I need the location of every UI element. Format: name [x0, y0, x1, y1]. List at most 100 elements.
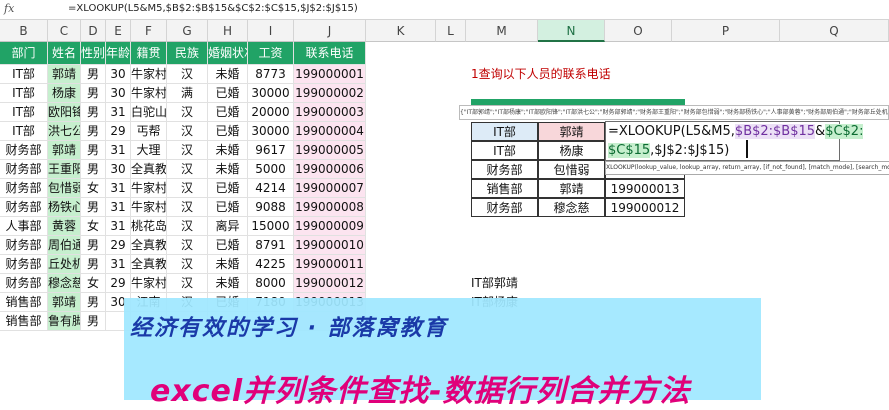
table-cell[interactable]: 财务部 [0, 179, 48, 198]
table-cell[interactable]: 30 [106, 84, 131, 103]
table-cell[interactable]: 郭靖 [48, 293, 81, 312]
column-header-f[interactable]: F [131, 20, 167, 42]
table-cell[interactable]: 牛家村 [131, 274, 167, 293]
table-cell[interactable]: 汉 [167, 236, 208, 255]
lookup-cell[interactable]: 财务部 [471, 198, 538, 217]
lookup-cell[interactable]: 199000013 [605, 179, 685, 198]
table-cell[interactable]: 未婚 [208, 255, 248, 274]
table-cell[interactable]: 8791 [248, 236, 294, 255]
column-header-c[interactable]: C [48, 20, 81, 42]
table-cell[interactable]: 包惜弱 [48, 179, 81, 198]
table-cell[interactable]: 丐帮 [131, 122, 167, 141]
table-cell[interactable]: 财务部 [0, 141, 48, 160]
table-cell[interactable]: 9088 [248, 198, 294, 217]
table-cell[interactable]: 男 [81, 255, 106, 274]
table-cell[interactable]: 199000008 [294, 198, 366, 217]
table-cell[interactable]: 销售部 [0, 293, 48, 312]
header-cell[interactable]: 工资 [248, 42, 294, 65]
table-cell[interactable]: 人事部 [0, 217, 48, 236]
table-cell[interactable]: 31 [106, 217, 131, 236]
table-cell[interactable]: 杨康 [48, 84, 81, 103]
table-cell[interactable]: 穆念慈 [48, 274, 81, 293]
column-header-b[interactable]: B [0, 20, 48, 42]
header-cell[interactable]: 婚姻状况 [208, 42, 248, 65]
table-cell[interactable]: 丘处机 [48, 255, 81, 274]
table-cell[interactable]: 牛家村 [131, 198, 167, 217]
table-cell[interactable]: 30 [106, 65, 131, 84]
column-header-n[interactable]: N [538, 20, 605, 42]
table-cell[interactable]: 男 [81, 236, 106, 255]
table-cell[interactable]: 男 [81, 84, 106, 103]
table-cell[interactable]: 汉 [167, 198, 208, 217]
table-cell[interactable]: 财务部 [0, 274, 48, 293]
column-header-h[interactable]: H [208, 20, 248, 42]
table-cell[interactable]: 8773 [248, 65, 294, 84]
table-cell[interactable]: 周伯通 [48, 236, 81, 255]
table-cell[interactable]: IT部 [0, 122, 48, 141]
column-header-m[interactable]: M [466, 20, 538, 42]
header-cell[interactable]: 部门 [0, 42, 48, 65]
formula-text[interactable]: =XLOOKUP(L5&M5,$B$2:$B$15&$C$2:$C$15,$J$… [68, 3, 358, 14]
lookup-cell[interactable]: 郭靖 [538, 122, 605, 141]
table-cell[interactable]: 汉 [167, 217, 208, 236]
column-header-l[interactable]: L [436, 20, 466, 42]
table-cell[interactable]: 满 [167, 84, 208, 103]
table-cell[interactable]: 财务部 [0, 198, 48, 217]
table-cell[interactable]: 199000007 [294, 179, 366, 198]
table-cell[interactable]: 199000011 [294, 255, 366, 274]
table-cell[interactable]: 199000012 [294, 274, 366, 293]
table-cell[interactable]: 汉 [167, 255, 208, 274]
table-cell[interactable]: 20000 [248, 103, 294, 122]
table-cell[interactable]: 男 [81, 312, 106, 331]
column-header-e[interactable]: E [106, 20, 131, 42]
table-cell[interactable]: 牛家村 [131, 84, 167, 103]
table-cell[interactable]: 女 [81, 217, 106, 236]
lookup-cell[interactable]: 包惜弱 [538, 160, 605, 179]
table-cell[interactable]: 男 [81, 103, 106, 122]
table-cell[interactable]: 未婚 [208, 65, 248, 84]
lookup-cell[interactable]: 穆念慈 [538, 198, 605, 217]
lookup-cell[interactable]: 郭靖 [538, 179, 605, 198]
table-cell[interactable]: 199000002 [294, 84, 366, 103]
table-cell[interactable]: 女 [81, 179, 106, 198]
table-cell[interactable]: 30000 [248, 84, 294, 103]
table-cell[interactable]: 男 [81, 122, 106, 141]
table-cell[interactable]: 男 [81, 141, 106, 160]
column-header-d[interactable]: D [81, 20, 106, 42]
lookup-cell[interactable]: 199000012 [605, 198, 685, 217]
table-cell[interactable]: IT部 [0, 84, 48, 103]
table-cell[interactable]: 王重阳 [48, 160, 81, 179]
table-cell[interactable]: 199000004 [294, 122, 366, 141]
header-cell[interactable]: 姓名 [48, 42, 81, 65]
table-cell[interactable]: 离异 [208, 217, 248, 236]
table-cell[interactable]: 4225 [248, 255, 294, 274]
table-cell[interactable]: 199000009 [294, 217, 366, 236]
table-cell[interactable]: 29 [106, 122, 131, 141]
table-cell[interactable]: 女 [81, 274, 106, 293]
table-cell[interactable]: 31 [106, 198, 131, 217]
table-cell[interactable]: 杨铁心 [48, 198, 81, 217]
table-cell[interactable]: 29 [106, 274, 131, 293]
concat-result-cell[interactable]: IT部郭靖 [471, 274, 538, 293]
table-cell[interactable]: 199000006 [294, 160, 366, 179]
table-cell[interactable]: 30000 [248, 122, 294, 141]
table-cell[interactable]: 已婚 [208, 122, 248, 141]
table-cell[interactable]: 已婚 [208, 84, 248, 103]
table-cell[interactable]: 31 [106, 103, 131, 122]
table-cell[interactable]: 已婚 [208, 236, 248, 255]
lookup-cell[interactable]: 杨康 [538, 141, 605, 160]
table-cell[interactable]: 财务部 [0, 160, 48, 179]
table-cell[interactable]: 已婚 [208, 198, 248, 217]
table-cell[interactable]: 郭靖 [48, 65, 81, 84]
table-cell[interactable]: 欧阳锋 [48, 103, 81, 122]
table-cell[interactable]: 男 [81, 65, 106, 84]
table-cell[interactable]: 4214 [248, 179, 294, 198]
table-cell[interactable]: 8000 [248, 274, 294, 293]
table-cell[interactable]: 31 [106, 255, 131, 274]
column-header-i[interactable]: I [248, 20, 294, 42]
table-cell[interactable]: 全真教 [131, 160, 167, 179]
table-cell[interactable]: 鲁有脚 [48, 312, 81, 331]
column-header-q[interactable]: Q [780, 20, 889, 42]
table-cell[interactable]: 全真教 [131, 236, 167, 255]
table-cell[interactable]: 桃花岛 [131, 217, 167, 236]
